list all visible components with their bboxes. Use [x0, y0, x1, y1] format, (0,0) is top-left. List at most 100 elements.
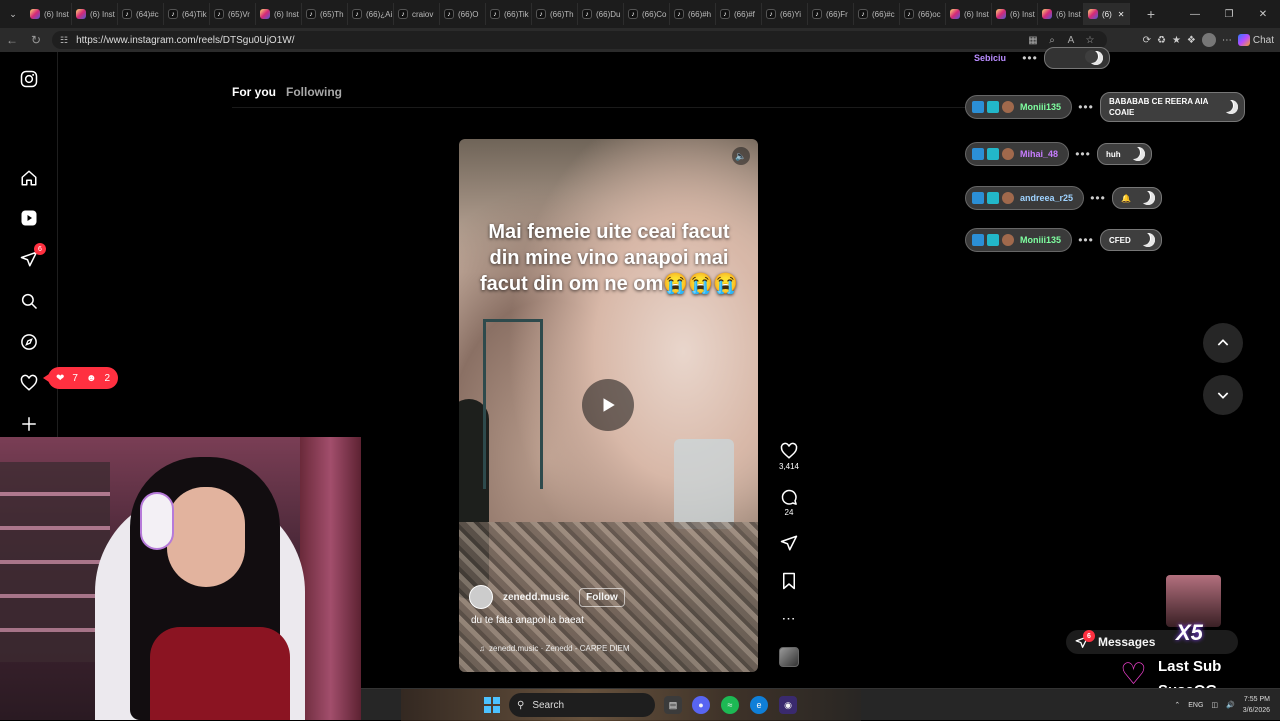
browser-tab[interactable]: ♪ (66)O — [440, 3, 486, 25]
create-plus-icon[interactable] — [18, 413, 40, 435]
browser-tab[interactable]: (6) Inst — [992, 3, 1038, 25]
messages-badge: 6 — [1083, 630, 1095, 642]
refresh-button[interactable]: ↻ — [24, 28, 48, 52]
new-tab-button[interactable]: + — [1140, 6, 1162, 22]
tiktok-favicon-icon: ♪ — [306, 9, 316, 19]
copilot-button[interactable]: Chat — [1237, 34, 1274, 46]
explore-compass-icon[interactable] — [18, 331, 40, 353]
file-explorer-icon[interactable]: ▤ — [664, 696, 682, 714]
close-tab-icon[interactable]: ✕ — [1118, 10, 1125, 19]
share-button[interactable] — [780, 534, 798, 552]
mute-speaker-icon[interactable]: 🔈 — [732, 147, 750, 165]
browser-tab[interactable]: ♪ (64)#c — [118, 3, 164, 25]
browser-tab[interactable]: ♪ (66)#c — [854, 3, 900, 25]
language-indicator[interactable]: ENG — [1188, 702, 1203, 709]
browser-tab[interactable]: (6) ✕ — [1084, 3, 1130, 25]
home-icon[interactable] — [18, 167, 40, 189]
browser-tab[interactable]: ♪ (66)¿Ai — [348, 3, 394, 25]
browser-tab[interactable]: ♪ (66)Th — [532, 3, 578, 25]
browser-tab[interactable]: ♪ (66)Tik — [486, 3, 532, 25]
like-button[interactable]: 3,414 — [779, 442, 799, 471]
more-menu-icon[interactable]: ⋯ — [1222, 35, 1232, 46]
tab-following[interactable]: Following — [286, 85, 342, 99]
url-field[interactable]: ☷ https://www.instagram.com/reels/DTSgu0… — [52, 31, 1107, 49]
close-window-button[interactable]: ✕ — [1246, 0, 1280, 28]
save-button[interactable] — [781, 572, 797, 590]
webcam-face — [167, 487, 245, 587]
follow-button[interactable]: Follow — [579, 587, 625, 607]
browser-tab[interactable]: ♪ craiov — [394, 3, 440, 25]
chat-avatar-icon — [1002, 148, 1014, 160]
next-reel-button[interactable] — [1203, 375, 1243, 415]
messages-bar[interactable]: 6 Messages — [1066, 630, 1238, 654]
browser-tab-label: (66)Fr — [826, 9, 848, 19]
browser-tab[interactable]: ♪ (65)Th — [302, 3, 348, 25]
browser-tab[interactable]: ♪ (66)#f — [716, 3, 762, 25]
tab-for-you[interactable]: For you — [232, 85, 276, 99]
browser-tab[interactable]: ♪ (65)Vr — [210, 3, 256, 25]
browser-tab[interactable]: ♪ (66)Co — [624, 3, 670, 25]
discord-icon[interactable]: ● — [692, 696, 710, 714]
instagram-logo-icon[interactable] — [18, 68, 40, 90]
reel-audio[interactable]: ♫ zenedd.music · Zenedd - CARPE DIEM — [479, 644, 630, 653]
volume-icon[interactable]: 🔊 — [1226, 701, 1235, 709]
audio-page-button[interactable] — [779, 647, 799, 667]
profile-avatar[interactable] — [1201, 33, 1216, 47]
chat-badge-icon — [987, 148, 999, 160]
audio-thumbnail — [779, 647, 799, 667]
collections-icon[interactable]: ❖ — [1187, 35, 1196, 46]
browser-tab-label: (66)oc — [918, 9, 941, 19]
browser-tab-label: (66)Tik — [504, 9, 529, 19]
direct-messages-icon[interactable]: 6 — [18, 243, 46, 270]
site-info-icon[interactable]: ☷ — [60, 35, 68, 46]
tray-chevron-up-icon[interactable]: ⌃ — [1174, 701, 1180, 709]
taskbar-search[interactable]: ⚲ Search — [509, 693, 655, 717]
notification-popup[interactable]: ❤ 7 ☻ 2 — [42, 367, 119, 389]
browser-tab[interactable]: ♪ (66)#h — [670, 3, 716, 25]
browser-tab[interactable]: (6) Inst — [72, 3, 118, 25]
reel-actions: 3,414 24 ⋯ — [776, 442, 802, 667]
browser-tab[interactable]: (6) Inst — [256, 3, 302, 25]
chat-message: andreea_r25 ••• 🔔 — [965, 186, 1163, 210]
reel-video[interactable]: Mai femeie uite ceai facut din mine vino… — [459, 139, 758, 672]
network-icon[interactable]: ◫ — [1211, 701, 1218, 709]
tiktok-favicon-icon: ♪ — [766, 9, 776, 19]
browser-tab[interactable]: (6) Inst — [26, 3, 72, 25]
browser-tab[interactable]: (6) Inst — [946, 3, 992, 25]
read-aloud-icon[interactable]: A — [1063, 35, 1079, 46]
browser-tab[interactable]: ♪ (64)Tik — [164, 3, 210, 25]
browser-tab[interactable]: ♪ (66)Du — [578, 3, 624, 25]
spotify-icon[interactable]: ≈ — [721, 696, 739, 714]
tab-list-chevron-icon[interactable]: ⌄ — [0, 0, 26, 28]
tiktok-favicon-icon: ♪ — [444, 9, 454, 19]
play-button[interactable] — [582, 379, 634, 431]
apps-icon[interactable]: ▦ — [1025, 35, 1041, 46]
extensions-icon[interactable]: ♻ — [1157, 35, 1166, 46]
browser-tab[interactable]: ♪ (66)Fr — [808, 3, 854, 25]
favorites-icon[interactable]: ★ — [1172, 35, 1181, 46]
windows-start-icon[interactable] — [484, 697, 500, 713]
browser-tab[interactable]: ♪ (66)Yi — [762, 3, 808, 25]
edge-icon[interactable]: e — [750, 696, 768, 714]
author-username[interactable]: zenedd.music — [503, 592, 569, 603]
minimize-button[interactable]: — — [1178, 0, 1212, 28]
tiktok-favicon-icon: ♪ — [812, 9, 822, 19]
author-avatar[interactable] — [469, 585, 493, 609]
reels-icon[interactable] — [18, 207, 40, 229]
obs-icon[interactable]: ◉ — [779, 696, 797, 714]
previous-reel-button[interactable] — [1203, 323, 1243, 363]
sync-icon[interactable]: ⟳ — [1143, 35, 1151, 46]
notifications-heart-icon[interactable] — [18, 372, 40, 394]
back-button[interactable]: ← — [0, 28, 24, 52]
comment-button[interactable]: 24 — [780, 488, 798, 517]
maximize-button[interactable]: ❐ — [1212, 0, 1246, 28]
zoom-icon[interactable]: ⌕ — [1044, 35, 1060, 46]
dm-badge: 6 — [34, 243, 46, 255]
browser-tab[interactable]: (6) Inst — [1038, 3, 1084, 25]
reel-description[interactable]: du te fata anapoi la baeat — [471, 615, 584, 626]
clock[interactable]: 7:55 PM 3/6/2026 — [1243, 694, 1270, 716]
more-options-button[interactable]: ⋯ — [782, 610, 797, 627]
browser-tab[interactable]: ♪ (66)oc — [900, 3, 946, 25]
favorite-star-icon[interactable]: ☆ — [1082, 35, 1098, 46]
search-icon[interactable] — [18, 290, 40, 312]
